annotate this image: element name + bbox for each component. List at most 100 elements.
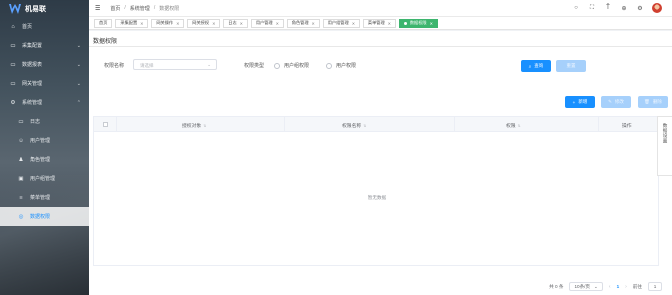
sidebar-item-gateway-management[interactable]: ▭ 网关管理 ⌄ xyxy=(0,74,89,93)
tab-gateway-ops[interactable]: 网关操作 ✕ xyxy=(151,18,185,28)
tab-home[interactable]: 首页 xyxy=(94,18,113,28)
permission-type-label: 权限类型 xyxy=(244,63,265,69)
edit-button[interactable]: ✎ 修改 xyxy=(601,96,631,108)
sidebar-item-label: 用户组管理 xyxy=(30,176,56,182)
column-header-permission-name[interactable]: 权限名称 ⇅ xyxy=(342,122,366,130)
column-label: 操作 xyxy=(622,124,632,129)
button-label: 修改 xyxy=(614,99,624,104)
avatar[interactable] xyxy=(652,3,662,13)
close-icon[interactable]: ✕ xyxy=(388,21,391,26)
folder-icon: ▭ xyxy=(10,80,16,87)
sidebar-item-user-group-management[interactable]: ▣ 用户组管理 xyxy=(0,169,89,188)
tab-collection-config[interactable]: 采集配置 ✕ xyxy=(115,18,149,28)
pagination: 共 0 条 10条/页 ⌄ ‹ 1 › 前往 1 xyxy=(549,282,662,291)
close-icon[interactable]: ✕ xyxy=(276,21,279,26)
tab-user-group-management[interactable]: 用户组管理 ✕ xyxy=(322,18,360,28)
home-icon: ⌂ xyxy=(11,23,15,30)
edit-icon: ✎ xyxy=(608,99,612,104)
breadcrumb-item-system[interactable]: 系统管理 xyxy=(130,5,150,12)
goto-page-input[interactable]: 1 xyxy=(648,282,662,291)
goto-label: 前往 xyxy=(632,283,642,289)
side-tab-label: 数据设置 xyxy=(663,123,668,144)
prev-page-icon[interactable]: ‹ xyxy=(609,284,611,290)
radio-user-group-permission[interactable]: 用户组权限 xyxy=(274,62,309,69)
select-placeholder: 请选择 xyxy=(140,62,154,68)
menu-toggle-icon[interactable]: ☰ xyxy=(95,5,100,12)
close-icon[interactable]: ✕ xyxy=(212,21,215,26)
main-content: 数据权限 权限名称 请选择 ⌄ 权限类型 用户组权限 用户权限 ⌕ 查询 重置 … xyxy=(89,31,672,295)
chevron-down-icon: ⌄ xyxy=(207,62,211,67)
top-header: ☰ 首页 / 系统管理 / 数据权限 ○ ⛶ Ť ⊕ ⚙ xyxy=(89,0,672,17)
language-icon[interactable]: ⊕ xyxy=(620,5,628,12)
tab-data-permissions[interactable]: 数据权限 ✕ xyxy=(398,18,438,28)
divider xyxy=(89,46,672,47)
fullscreen-icon[interactable]: ⛶ xyxy=(588,5,596,12)
tabs-bar: 首页 采集配置 ✕ 网关操作 ✕ 网关授权 ✕ 日志 ✕ 用户管理 ✕ 角色管理 ✕ 用户组… xyxy=(89,17,672,30)
sidebar-item-label: 网关管理 xyxy=(22,81,43,87)
sort-icon[interactable]: ⇅ xyxy=(363,124,366,128)
tab-label: 用户组管理 xyxy=(327,20,349,25)
close-icon[interactable]: ✕ xyxy=(140,21,143,26)
font-size-icon[interactable]: Ť xyxy=(604,5,612,11)
tab-label: 首页 xyxy=(99,20,108,25)
tab-menu-management[interactable]: 菜单管理 ✕ xyxy=(362,18,396,28)
sort-icon[interactable]: ⇅ xyxy=(518,124,521,128)
close-icon[interactable]: ✕ xyxy=(240,21,243,26)
query-button[interactable]: ⌕ 查询 xyxy=(521,60,551,72)
sidebar-item-logs[interactable]: ▭ 日志 xyxy=(0,112,89,131)
permission-name-select[interactable]: 请选择 ⌄ xyxy=(133,59,217,70)
sidebar-item-home[interactable]: ⌂ 首页 xyxy=(0,17,89,36)
sidebar-item-menu-management[interactable]: ≡ 菜单管理 xyxy=(0,188,89,207)
data-settings-side-tab[interactable]: 数据设置 xyxy=(657,116,672,176)
column-header-authorized-object[interactable]: 授权对象 ⇅ xyxy=(182,122,206,130)
sidebar-menu: ⌂ 首页 ▭ 采集配置 ⌄ ▭ 数据报表 ⌄ ▭ 网关管理 ⌄ ⚙ 系统管理 ⌃… xyxy=(0,17,89,226)
close-icon[interactable]: ✕ xyxy=(352,21,355,26)
chevron-down-icon: ⌄ xyxy=(76,80,81,87)
reset-button[interactable]: 重置 xyxy=(556,60,586,72)
search-icon: ⌕ xyxy=(528,63,532,69)
column-divider xyxy=(116,117,117,132)
breadcrumb-item-current: 数据权限 xyxy=(159,5,180,12)
search-icon[interactable]: ○ xyxy=(572,5,580,11)
sidebar-item-data-permissions[interactable]: ◎ 数据权限 xyxy=(0,207,89,226)
column-divider xyxy=(598,117,599,132)
gear-icon: ⚙ xyxy=(10,99,16,106)
close-icon[interactable]: ✕ xyxy=(312,21,315,26)
sort-icon[interactable]: ⇅ xyxy=(203,124,206,128)
sidebar-item-system-management[interactable]: ⚙ 系统管理 ⌃ xyxy=(0,93,89,112)
settings-icon[interactable]: ⚙ xyxy=(636,5,644,12)
radio-user-permission[interactable]: 用户权限 xyxy=(326,62,356,69)
tab-label: 日志 xyxy=(228,20,237,25)
brand-logo: 机易联 xyxy=(0,0,89,17)
close-icon[interactable]: ✕ xyxy=(176,21,179,26)
tab-label: 菜单管理 xyxy=(367,20,385,25)
tab-logs[interactable]: 日志 ✕ xyxy=(223,18,248,28)
menu-icon: ≡ xyxy=(19,194,23,201)
radio-circle[interactable] xyxy=(274,62,280,69)
monitor-icon: ▭ xyxy=(18,118,24,125)
column-divider xyxy=(454,117,455,132)
page-size-select[interactable]: 10条/页 ⌄ xyxy=(569,282,603,291)
breadcrumb-item-home[interactable]: 首页 xyxy=(110,5,120,12)
close-icon[interactable]: ✕ xyxy=(430,21,433,26)
sidebar-item-collection-config[interactable]: ▭ 采集配置 ⌄ xyxy=(0,36,89,55)
select-all-checkbox[interactable] xyxy=(103,122,108,127)
pagination-total: 共 0 条 xyxy=(549,283,564,289)
add-button[interactable]: + 新增 xyxy=(565,96,595,108)
folder-icon: ▭ xyxy=(10,42,16,49)
sidebar-item-data-reports[interactable]: ▭ 数据报表 ⌄ xyxy=(0,55,89,74)
delete-button[interactable]: 🗑 删除 xyxy=(638,96,668,108)
tab-role-management[interactable]: 角色管理 ✕ xyxy=(286,18,320,28)
next-page-icon[interactable]: › xyxy=(625,284,627,290)
header-tools: ○ ⛶ Ť ⊕ ⚙ xyxy=(572,3,662,13)
permissions-table: 授权对象 ⇅ 权限名称 ⇅ 权限 ⇅ 操作 暂无数据 xyxy=(93,116,659,266)
radio-circle[interactable] xyxy=(326,62,332,69)
tab-gateway-auth[interactable]: 网关授权 ✕ xyxy=(187,18,221,28)
tab-label: 采集配置 xyxy=(120,20,138,25)
lock-icon: ◎ xyxy=(18,213,24,220)
tab-user-management[interactable]: 用户管理 ✕ xyxy=(250,18,284,28)
current-page-number[interactable]: 1 xyxy=(617,284,620,289)
sidebar-item-user-management[interactable]: ☺ 用户管理 xyxy=(0,131,89,150)
sidebar-item-role-management[interactable]: ♟ 角色管理 xyxy=(0,150,89,169)
column-header-permission[interactable]: 权限 ⇅ xyxy=(506,122,521,130)
